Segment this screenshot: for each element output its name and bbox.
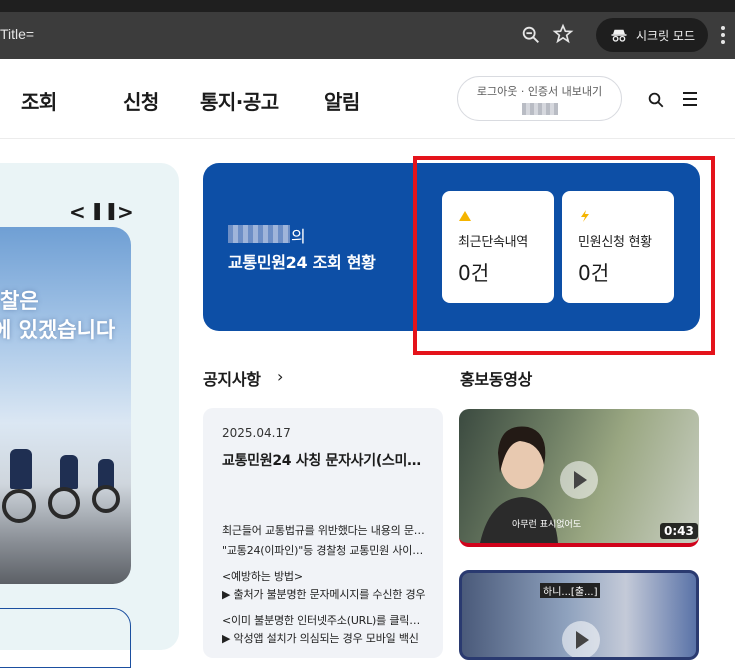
status-name-suffix: 의 (291, 227, 306, 246)
video-caption: 아무런 표시없어도 (512, 520, 582, 530)
warning-triangle-icon (459, 211, 471, 221)
nav-alert[interactable]: 알림 (324, 86, 360, 115)
recent-enforcement-card[interactable]: 최근단속내역 0건 (442, 191, 554, 303)
site-header: 조회 신청 통지·공고 알림 로그아웃 · 인증서 내보내기 (0, 59, 735, 139)
banner-prev-button[interactable]: < (69, 200, 86, 224)
petition-status-card[interactable]: 민원신청 현황 0건 (562, 191, 674, 303)
notice-more-arrow[interactable]: › (277, 367, 283, 386)
banner-image[interactable]: 찰은 에 있겠습니다 (0, 227, 131, 584)
lightning-bolt-icon (581, 210, 589, 222)
notice-line: <이미 불분명한 인터넷주소(URL)를 클릭한 경우> (222, 614, 426, 627)
notice-headline[interactable]: 교통민원24 사칭 문자사기(스미싱) 주의 안내 (222, 450, 430, 470)
notice-line: ▶ 출처가 불분명한 문자메시지를 수신한 경우 (222, 588, 426, 601)
user-name-redacted (521, 103, 558, 115)
notice-section-title[interactable]: 공지사항 (203, 366, 261, 390)
incognito-icon (611, 29, 627, 42)
banner-text-line1: 찰은 (0, 289, 39, 313)
nav-notice[interactable]: 통지·공고 (200, 86, 279, 115)
notice-line: 최근들어 교통법규를 위반했다는 내용의 문자를 보내 (222, 524, 426, 537)
video-caption: 하니...[출...] (540, 583, 601, 598)
browser-toolbar: Title= 시크릿 모드 (0, 12, 735, 59)
browser-tabstrip (0, 0, 735, 12)
user-name-redacted (228, 225, 290, 243)
logout-certificate-button[interactable]: 로그아웃 · 인증서 내보내기 (457, 76, 622, 121)
search-icon[interactable] (647, 91, 665, 109)
banner-pause-button[interactable]: ❚❚ (90, 201, 119, 221)
incognito-label: 시크릿 모드 (636, 28, 696, 43)
notice-line: "교통24(이파인)"등 경찰청 교통민원 사이트를 사칭 (222, 544, 426, 557)
address-bar-text[interactable]: Title= (0, 26, 34, 42)
video-thumbnail[interactable]: 하니...[출...] (459, 570, 699, 660)
video-section-title[interactable]: 홍보동영상 (460, 366, 532, 390)
recent-enforcement-label: 최근단속내역 (458, 235, 528, 250)
banner-sub-panel[interactable] (0, 608, 131, 668)
notice-line: <예방하는 방법> (222, 570, 303, 583)
banner-text-line2: 에 있겠습니다 (0, 318, 116, 342)
nav-inquiry[interactable]: 조회 (21, 86, 57, 115)
status-title: 교통민원24 조회 현황 (228, 253, 376, 272)
bookmark-star-icon[interactable] (552, 23, 574, 45)
logout-label: 로그아웃 · 인증서 내보내기 (476, 85, 603, 98)
hamburger-menu-icon[interactable] (683, 92, 697, 106)
play-icon[interactable] (562, 621, 600, 657)
petition-status-count: 0건 (578, 261, 610, 285)
video-duration: 0:43 (660, 523, 698, 539)
banner-next-button[interactable]: > (117, 200, 134, 224)
more-vert-icon[interactable] (716, 22, 730, 48)
notice-date: 2025.04.17 (222, 426, 291, 440)
nav-apply[interactable]: 신청 (123, 86, 159, 115)
recent-enforcement-count: 0건 (458, 261, 490, 285)
play-icon[interactable] (560, 461, 598, 499)
petition-status-label: 민원신청 현황 (578, 235, 652, 250)
notice-line: ▶ 악성앱 설치가 의심되는 경우 모바일 백신 (222, 632, 419, 645)
incognito-badge[interactable]: 시크릿 모드 (596, 18, 708, 52)
zoom-icon[interactable] (520, 24, 542, 46)
